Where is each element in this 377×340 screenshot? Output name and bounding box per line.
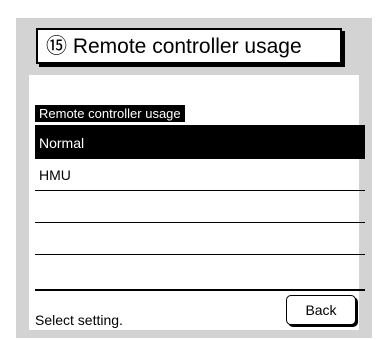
option-empty-5[interactable] [35,255,365,287]
option-empty-4[interactable] [35,223,365,255]
page-title: ⑮ Remote controller usage [46,35,302,58]
title-bar: ⑮ Remote controller usage [36,28,342,64]
section-label: Remote controller usage [35,105,185,122]
remote-panel: ⑮ Remote controller usage Remote control… [16,18,372,338]
divider [35,289,365,291]
status-text: Select setting. [35,312,123,328]
settings-screen: Remote controller usage Normal HMU Selec… [29,75,365,330]
back-button[interactable]: Back [286,295,356,325]
option-empty-3[interactable] [35,191,365,223]
option-normal[interactable]: Normal [35,127,365,159]
option-hmu[interactable]: HMU [35,159,365,191]
